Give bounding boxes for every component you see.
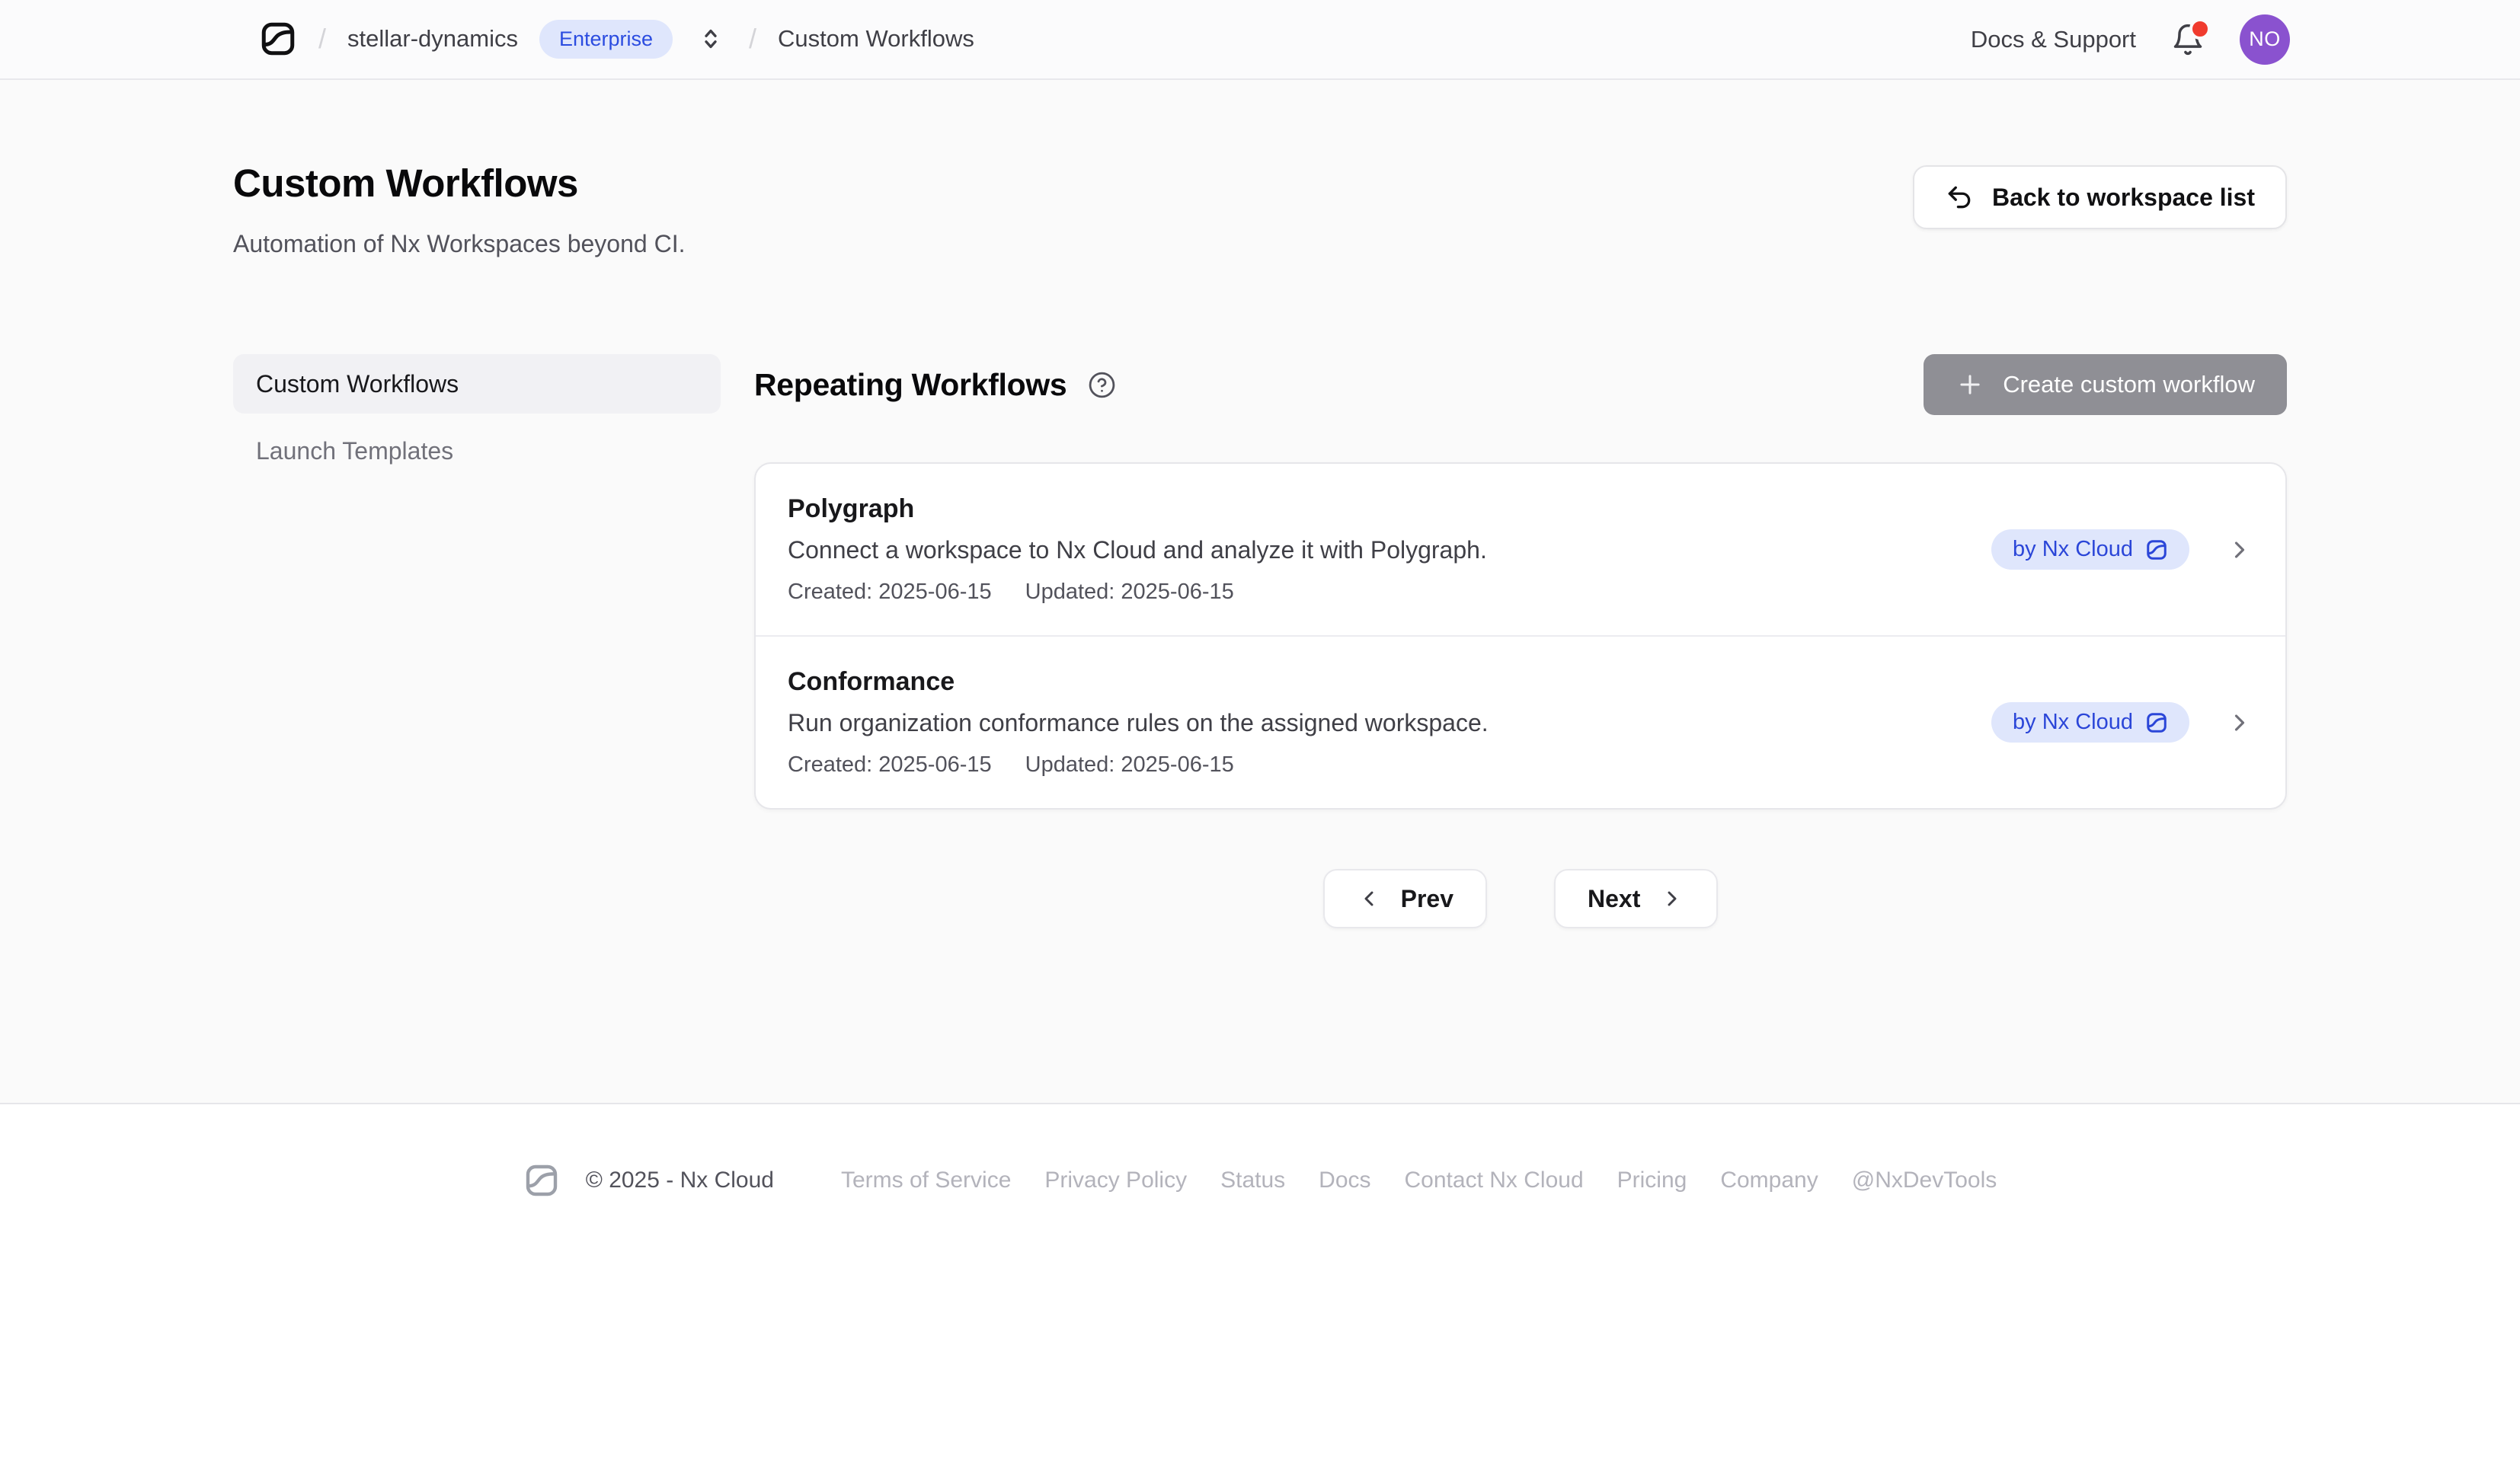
breadcrumb-separator: /: [749, 23, 756, 55]
notifications-button[interactable]: [2171, 23, 2205, 56]
pagination: Prev Next: [754, 869, 2287, 928]
section-title: Repeating Workflows: [754, 367, 1067, 403]
plan-badge: Enterprise: [539, 20, 673, 58]
create-custom-workflow-button[interactable]: Create custom workflow: [1924, 354, 2287, 415]
workflow-row-polygraph[interactable]: Polygraph Connect a workspace to Nx Clou…: [756, 464, 2285, 635]
undo-arrow-icon: [1945, 183, 1974, 212]
plus-icon: [1956, 370, 1984, 399]
nx-logo-icon[interactable]: [259, 20, 297, 58]
repeating-workflows-section: Repeating Workflows: [754, 354, 2287, 928]
workflow-row-conformance[interactable]: Conformance Run organization conformance…: [756, 635, 2285, 808]
sidebar-item-label: Custom Workflows: [256, 370, 459, 398]
copyright-text: © 2025 - Nx Cloud: [586, 1168, 774, 1193]
notification-dot: [2189, 18, 2211, 40]
back-button-label: Back to workspace list: [1992, 184, 2255, 212]
workflow-created: Created: 2025-06-15: [788, 580, 992, 605]
top-navigation-bar: / stellar-dynamics Enterprise / Custom W…: [0, 0, 2520, 80]
topbar-actions: Docs & Support NO: [1971, 14, 2290, 65]
breadcrumb: / stellar-dynamics Enterprise / Custom W…: [259, 20, 974, 58]
workflow-updated: Updated: 2025-06-15: [1025, 752, 1234, 778]
badge-label: by Nx Cloud: [2013, 537, 2133, 562]
footer-links: Terms of Service Privacy Policy Status D…: [841, 1168, 1997, 1193]
footer-link-terms[interactable]: Terms of Service: [841, 1168, 1011, 1193]
by-nx-cloud-badge[interactable]: by Nx Cloud: [1991, 702, 2189, 743]
nx-logo-icon: [2145, 538, 2168, 561]
chevron-left-icon: [1357, 886, 1381, 911]
next-label: Next: [1588, 885, 1640, 913]
prev-label: Prev: [1401, 885, 1453, 913]
sidebar-item-launch-templates[interactable]: Launch Templates: [233, 421, 721, 481]
prev-page-button[interactable]: Prev: [1323, 869, 1487, 928]
footer-link-contact[interactable]: Contact Nx Cloud: [1405, 1168, 1584, 1193]
breadcrumb-workspace[interactable]: stellar-dynamics: [347, 25, 518, 53]
nx-logo-icon: [523, 1162, 560, 1199]
workflow-updated: Updated: 2025-06-15: [1025, 580, 1234, 605]
back-to-workspace-list-button[interactable]: Back to workspace list: [1913, 165, 2287, 229]
footer-link-nxdevtools[interactable]: @NxDevTools: [1852, 1168, 1997, 1193]
workflow-created: Created: 2025-06-15: [788, 752, 992, 778]
breadcrumb-current-page: Custom Workflows: [778, 25, 974, 53]
sidebar-item-label: Launch Templates: [256, 437, 453, 465]
footer-link-privacy[interactable]: Privacy Policy: [1044, 1168, 1187, 1193]
sidebar-item-custom-workflows[interactable]: Custom Workflows: [233, 354, 721, 414]
user-avatar[interactable]: NO: [2240, 14, 2290, 65]
nx-logo-icon: [2145, 711, 2168, 734]
workspace-switcher-icon[interactable]: [694, 22, 728, 56]
by-nx-cloud-badge[interactable]: by Nx Cloud: [1991, 529, 2189, 570]
badge-label: by Nx Cloud: [2013, 710, 2133, 735]
footer-link-docs[interactable]: Docs: [1319, 1168, 1370, 1193]
workflow-description: Run organization conformance rules on th…: [788, 709, 1991, 737]
chevron-right-icon: [2226, 709, 2253, 736]
next-page-button[interactable]: Next: [1554, 869, 1718, 928]
docs-support-link[interactable]: Docs & Support: [1971, 26, 2136, 53]
workflow-name: Conformance: [788, 667, 1991, 697]
page-header: Custom Workflows Automation of Nx Worksp…: [233, 80, 2287, 258]
page-subtitle: Automation of Nx Workspaces beyond CI.: [233, 230, 685, 258]
workflow-name: Polygraph: [788, 494, 1991, 524]
page-title: Custom Workflows: [233, 161, 685, 206]
footer-link-pricing[interactable]: Pricing: [1617, 1168, 1687, 1193]
footer-link-status[interactable]: Status: [1220, 1168, 1285, 1193]
page-footer: © 2025 - Nx Cloud Terms of Service Priva…: [0, 1104, 2520, 1199]
breadcrumb-separator: /: [318, 23, 326, 55]
footer-link-company[interactable]: Company: [1720, 1168, 1818, 1193]
chevron-right-icon: [2226, 536, 2253, 564]
workflow-description: Connect a workspace to Nx Cloud and anal…: [788, 536, 1991, 564]
create-button-label: Create custom workflow: [2003, 371, 2255, 398]
workflows-list-card: Polygraph Connect a workspace to Nx Clou…: [754, 462, 2287, 810]
chevron-right-icon: [1660, 886, 1684, 911]
settings-sidebar: Custom Workflows Launch Templates: [233, 354, 721, 928]
help-icon[interactable]: [1088, 371, 1116, 399]
main-region: Custom Workflows Automation of Nx Worksp…: [0, 80, 2520, 1104]
